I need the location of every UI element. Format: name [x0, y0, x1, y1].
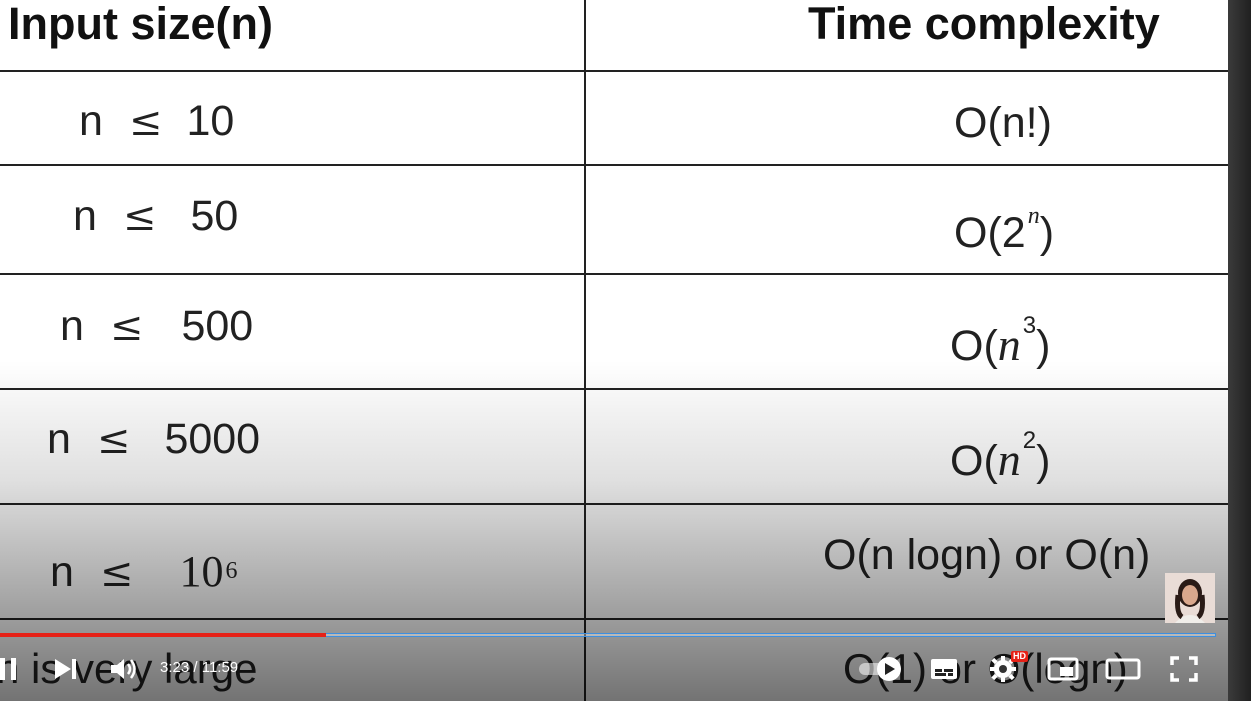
header-input-size: Input size(n) [8, 0, 273, 49]
condition-variable: n [47, 415, 71, 463]
autoplay-toggle-icon[interactable] [857, 655, 905, 683]
complexity-base: O(2 [954, 209, 1026, 257]
condition-value: 5000 [164, 415, 261, 463]
table-row-divider [0, 388, 1228, 390]
complexity-close: ) [1039, 209, 1055, 257]
pause-icon[interactable] [0, 656, 20, 682]
condition-variable: n [60, 302, 84, 350]
condition-value: 500 [181, 302, 254, 350]
condition-value: 50 [190, 192, 239, 240]
condition-variable: n [73, 192, 97, 240]
complexity-variable: n [997, 319, 1021, 370]
time-total: 11:59 [201, 659, 239, 676]
condition-operator: ≤ [122, 194, 157, 240]
table-row-condition: n ≤ 500 [60, 305, 253, 348]
condition-operator: ≤ [96, 417, 131, 463]
table-row-divider [0, 503, 1228, 505]
table-row-condition: n ≤ 50 [73, 195, 238, 238]
complexity-exponent: 3 [1022, 312, 1037, 339]
subtitles-icon[interactable] [929, 656, 959, 682]
theater-mode-icon[interactable] [1105, 656, 1141, 682]
condition-operator: ≤ [109, 304, 144, 350]
progress-played [0, 633, 326, 637]
miniplayer-icon[interactable] [1047, 656, 1079, 682]
complexity-close: ) [1036, 322, 1051, 370]
time-separator: / [189, 659, 202, 676]
presenter-image [1165, 573, 1215, 623]
time-display: 3:23 / 11:59 [160, 659, 238, 676]
condition-operator: ≤ [128, 99, 163, 145]
presenter-thumbnail [1165, 573, 1215, 623]
table-row-complexity: O(n logn) or O(n) [823, 531, 1151, 579]
table-row-divider [0, 164, 1228, 166]
table-row-condition: n ≤ 5000 [47, 418, 260, 461]
condition-variable: n [50, 548, 74, 596]
complexity-exponent: 2 [1022, 427, 1037, 454]
complexity-close: ) [1036, 437, 1051, 485]
condition-value: 10 [179, 547, 224, 596]
table-row-condition: n ≤ 10 [79, 100, 234, 143]
table-row-complexity: O(n3) [950, 314, 1051, 370]
table-row-complexity: O(n2) [950, 429, 1051, 485]
table-column-divider [584, 0, 586, 701]
hd-badge: HD [1011, 651, 1028, 662]
time-current: 3:23 [160, 659, 190, 676]
table-row-condition: n ≤ 10 6 [50, 550, 237, 594]
table-row-divider [0, 273, 1228, 275]
fullscreen-icon[interactable] [1170, 656, 1198, 682]
info-icon[interactable]: i [1181, 6, 1203, 28]
complexity-exponent: n [1027, 203, 1040, 229]
progress-bar[interactable] [0, 633, 1216, 637]
complexity-variable: n [997, 434, 1021, 485]
table-row-complexity: O(n!) [954, 99, 1052, 147]
condition-operator: ≤ [99, 550, 134, 596]
table-row-divider [0, 618, 1228, 620]
condition-value: 10 [186, 97, 235, 145]
table-row-complexity: O(2n) [954, 204, 1055, 257]
page-edge [1228, 0, 1251, 701]
video-frame[interactable]: Input size(n) Time complexity n ≤ 10 O(n… [0, 0, 1228, 701]
complexity-base: O( [950, 437, 998, 485]
table-row-divider [0, 70, 1228, 72]
condition-exponent: 6 [225, 558, 238, 584]
header-time-complexity: Time complexity [808, 0, 1160, 49]
complexity-base: O( [950, 322, 998, 370]
next-icon[interactable] [53, 657, 79, 681]
volume-icon[interactable] [109, 656, 139, 682]
video-player[interactable]: Input size(n) Time complexity n ≤ 10 O(n… [0, 0, 1251, 701]
condition-variable: n [79, 97, 103, 145]
